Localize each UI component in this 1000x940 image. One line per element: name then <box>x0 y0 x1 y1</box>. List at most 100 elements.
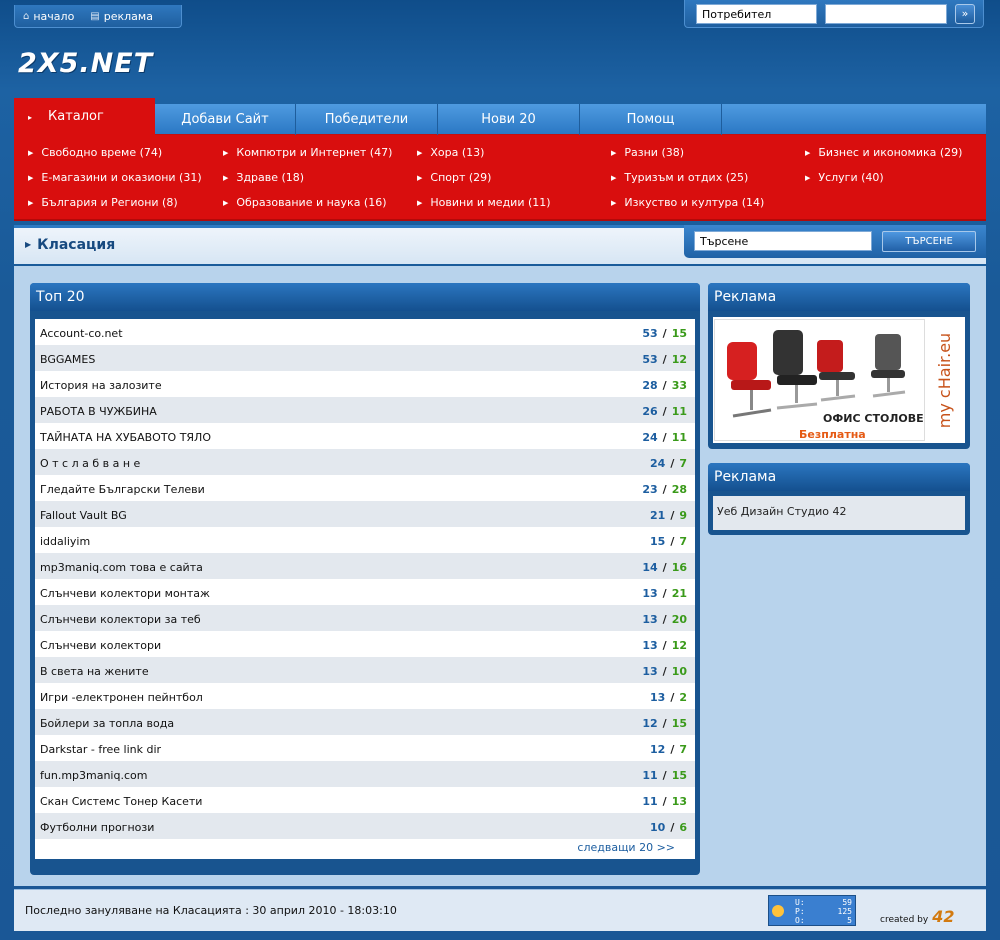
category-link[interactable]: ▶ Бизнес и икономика (29) <box>805 146 962 159</box>
category-link[interactable]: ▶ Хора (13) <box>417 146 484 159</box>
category-link[interactable]: ▶ Здраве (18) <box>223 171 304 184</box>
bullet-icon: ▶ <box>611 149 617 157</box>
password-field[interactable] <box>825 4 947 24</box>
tab-new-20[interactable]: Нови 20 <box>438 104 580 135</box>
visitor-counter[interactable]: U: 59 P: 125 O: 5 <box>768 895 856 926</box>
list-item[interactable]: История на залозите 28 / 33 <box>35 371 695 397</box>
list-item[interactable]: Гледайте Български Телеви 23 / 28 <box>35 475 695 501</box>
ranking-header: ▶ Класация ТЪРСЕНЕ <box>14 225 986 264</box>
list-item[interactable]: О т с л а б в а н е 24 / 7 <box>35 449 695 475</box>
list-item[interactable]: ТАЙНАТА НА ХУБАВОТО ТЯЛО 24 / 11 <box>35 423 695 449</box>
tab-help[interactable]: Помощ <box>580 104 722 135</box>
login-bar: » <box>684 0 984 28</box>
category-link[interactable]: ▶ Образование и наука (16) <box>223 196 387 209</box>
site-name[interactable]: mp3maniq.com това е сайта <box>40 558 642 574</box>
score-out: 12 <box>671 353 687 366</box>
list-item[interactable]: Игри -електронен пейнтбол 13 / 2 <box>35 683 695 709</box>
score-in: 12 <box>650 743 666 756</box>
site-name[interactable]: История на залозите <box>40 376 642 392</box>
ad-text-link[interactable]: Уеб Дизайн Студио 42 <box>713 496 965 530</box>
search-button[interactable]: ТЪРСЕНЕ <box>882 231 976 252</box>
site-name[interactable]: Account-co.net <box>40 324 642 340</box>
site-name[interactable]: iddaliyim <box>40 532 650 548</box>
tab-catalog[interactable]: ▸ Каталог <box>14 98 155 135</box>
site-name[interactable]: Слънчеви колектори монтаж <box>40 584 642 600</box>
list-item[interactable]: Слънчеви колектори монтаж 13 / 21 <box>35 579 695 605</box>
tab-winners[interactable]: Победители <box>296 104 438 135</box>
ads-link[interactable]: ▤ реклама <box>90 10 153 23</box>
score-separator: / <box>662 353 667 366</box>
list-item[interactable]: iddaliyim 15 / 7 <box>35 527 695 553</box>
site-name[interactable]: Слънчеви колектори за теб <box>40 610 642 626</box>
category-link[interactable]: ▶ Новини и медии (11) <box>417 196 551 209</box>
score-in: 23 <box>642 483 658 496</box>
login-button[interactable]: » <box>955 4 975 24</box>
site-name[interactable]: ТАЙНАТА НА ХУБАВОТО ТЯЛО <box>40 428 642 444</box>
created-by[interactable]: created by 42 <box>880 907 954 926</box>
username-field[interactable] <box>696 4 817 24</box>
score-out: 7 <box>679 535 687 548</box>
score-separator: / <box>662 405 667 418</box>
list-item[interactable]: РАБОТА В ЧУЖБИНА 26 / 11 <box>35 397 695 423</box>
site-name[interactable]: Слънчеви колектори <box>40 636 642 652</box>
score-separator: / <box>670 743 675 756</box>
list-item[interactable]: Бойлери за топла вода 12 / 15 <box>35 709 695 735</box>
score-out: 11 <box>671 405 687 418</box>
list-item[interactable]: Скан Системс Тонер Касети 11 / 13 <box>35 787 695 813</box>
list-item[interactable]: Слънчеви колектори за теб 13 / 20 <box>35 605 695 631</box>
score-separator: / <box>670 821 675 834</box>
tab-add-site[interactable]: Добави Сайт <box>155 104 296 135</box>
bullet-icon: ▶ <box>417 149 423 157</box>
list-item[interactable]: BGGAMES 53 / 12 <box>35 345 695 371</box>
site-name[interactable]: Бойлери за топла вода <box>40 714 642 730</box>
bullet-icon: ▶ <box>25 240 32 249</box>
chairs-image[interactable]: ОФИС СТОЛОВЕ Безплатна доставка <box>714 319 925 443</box>
site-score: 24 / 11 <box>642 428 687 444</box>
site-name[interactable]: О т с л а б в а н е <box>40 454 650 470</box>
score-out: 12 <box>671 639 687 652</box>
site-name[interactable]: Fallout Vault BG <box>40 506 650 522</box>
site-name[interactable]: Футболни прогнози <box>40 818 650 834</box>
score-separator: / <box>670 535 675 548</box>
score-separator: / <box>662 483 667 496</box>
list-item[interactable]: Darkstar - free link dir 12 / 7 <box>35 735 695 761</box>
category-link[interactable]: ▶ Е-магазини и оказиони (31) <box>28 171 202 184</box>
category-link[interactable]: ▶ България и Региони (8) <box>28 196 178 209</box>
ad-banner[interactable]: ОФИС СТОЛОВЕ Безплатна доставка my cHair… <box>713 317 965 443</box>
site-name[interactable]: BGGAMES <box>40 350 642 366</box>
list-item[interactable]: Слънчеви колектори 13 / 12 <box>35 631 695 657</box>
site-name[interactable]: Игри -електронен пейнтбол <box>40 688 650 704</box>
list-item[interactable]: Футболни прогнози 10 / 6 <box>35 813 695 839</box>
category-link[interactable]: ▶ Изкуство и култура (14) <box>611 196 764 209</box>
list-item[interactable]: fun.mp3maniq.com 11 / 15 <box>35 761 695 787</box>
next-page-link[interactable]: следващи 20 >> <box>577 841 675 854</box>
list-item[interactable]: Account-co.net 53 / 15 <box>35 319 695 345</box>
main-tabs: ▸ Каталог Добави Сайт Победители Нови 20 … <box>14 98 986 135</box>
site-name[interactable]: В света на жените <box>40 662 642 678</box>
score-out: 6 <box>679 821 687 834</box>
category-link[interactable]: ▶ Свободно време (74) <box>28 146 162 159</box>
site-name[interactable]: Гледайте Български Телеви <box>40 480 642 496</box>
category-link[interactable]: ▶ Услуги (40) <box>805 171 884 184</box>
score-in: 24 <box>642 431 658 444</box>
site-name[interactable]: РАБОТА В ЧУЖБИНА <box>40 402 642 418</box>
list-item[interactable]: В света на жените 13 / 10 <box>35 657 695 683</box>
score-out: 16 <box>671 561 687 574</box>
home-link[interactable]: ⌂ начало <box>23 10 74 23</box>
last-reset-text: Последно зануляване на Класацията : 30 а… <box>25 904 397 917</box>
category-link[interactable]: ▶ Туризъм и отдих (25) <box>611 171 748 184</box>
site-name[interactable]: Скан Системс Тонер Касети <box>40 792 642 808</box>
category-link[interactable]: ▶ Компютри и Интернет (47) <box>223 146 392 159</box>
site-logo[interactable]: 2X5.NET <box>18 48 153 79</box>
category-link[interactable]: ▶ Спорт (29) <box>417 171 491 184</box>
counter-row: O: 5 <box>795 916 852 925</box>
list-item[interactable]: mp3maniq.com това е сайта 14 / 16 <box>35 553 695 579</box>
list-item[interactable]: Fallout Vault BG 21 / 9 <box>35 501 695 527</box>
category-link[interactable]: ▶ Разни (38) <box>611 146 684 159</box>
ad-panel-text: Реклама Уеб Дизайн Студио 42 <box>708 463 970 535</box>
site-name[interactable]: fun.mp3maniq.com <box>40 766 642 782</box>
score-in: 13 <box>642 587 658 600</box>
score-out: 13 <box>671 795 687 808</box>
site-name[interactable]: Darkstar - free link dir <box>40 740 650 756</box>
search-input[interactable] <box>694 231 872 251</box>
